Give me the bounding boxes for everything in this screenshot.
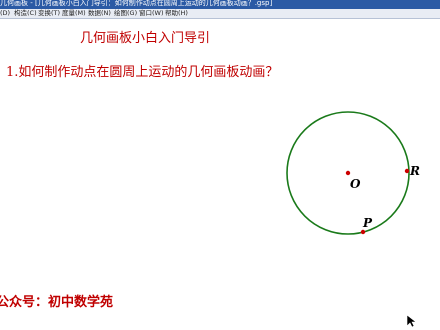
cursor-arrow-icon [406,314,417,328]
